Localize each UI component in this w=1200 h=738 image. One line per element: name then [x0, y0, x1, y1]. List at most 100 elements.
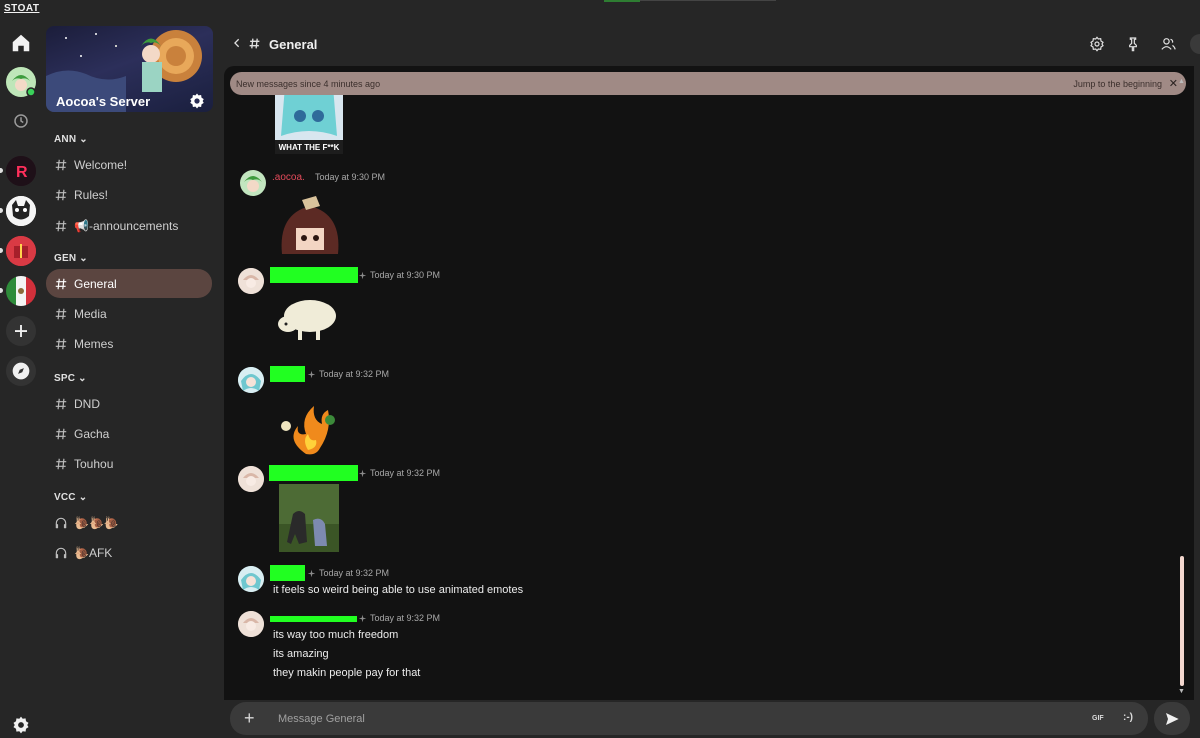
server-banner[interactable]: Aocoa's Server	[46, 26, 213, 112]
history-button[interactable]	[6, 106, 36, 136]
scroll-down-arrow[interactable]: ▼	[1178, 688, 1185, 695]
hash-icon	[55, 458, 67, 469]
members-icon[interactable]	[1160, 36, 1177, 52]
channel-label: Memes	[74, 336, 114, 351]
timestamp: Today at 9:32 PM	[319, 568, 390, 578]
gif-button[interactable]: GIF	[1092, 715, 1104, 722]
channel-memes[interactable]: Memes	[46, 329, 212, 358]
avatar-icon	[238, 367, 264, 393]
category-ann[interactable]: ANN ⌄	[54, 134, 88, 145]
emote-caption: WHAT THE F**K	[279, 143, 340, 152]
attach-icon[interactable]: +	[244, 708, 255, 729]
gear-icon[interactable]	[1089, 36, 1105, 52]
back-icon[interactable]	[232, 38, 242, 48]
username-redacted[interactable]	[270, 565, 305, 581]
avatar[interactable]	[238, 367, 264, 393]
brand-logo[interactable]: STOAT	[4, 3, 39, 14]
channel-label: 📢-announcements	[74, 218, 179, 233]
window-accent-line	[640, 0, 776, 1]
hash-icon	[55, 398, 67, 409]
avatar[interactable]	[238, 268, 264, 294]
leaf-icon	[307, 569, 316, 578]
channel-general[interactable]: General	[46, 269, 212, 298]
server-r[interactable]: R	[6, 156, 36, 186]
avatar[interactable]	[238, 566, 264, 592]
emote-image	[279, 484, 339, 552]
discover-button[interactable]	[6, 356, 36, 386]
avatar[interactable]	[240, 170, 266, 196]
pin-icon[interactable]	[1125, 36, 1141, 52]
scrollbar-thumb[interactable]	[1180, 556, 1184, 686]
header-overflow[interactable]	[1190, 34, 1200, 54]
timestamp: Today at 9:32 PM	[319, 369, 390, 379]
channel-sidebar: Aocoa's Server ANN ⌄ Welcome! Rules! 📢-a…	[40, 20, 220, 738]
channel-rules[interactable]: Rules!	[46, 180, 212, 209]
home-button[interactable]	[6, 28, 36, 58]
server-flag[interactable]	[6, 276, 36, 306]
hash-icon	[249, 38, 260, 49]
main-panel: General WHAT THE F**K New messages since…	[224, 20, 1200, 738]
server-gift[interactable]	[6, 236, 36, 266]
settings-button[interactable]	[6, 710, 36, 738]
username-redacted[interactable]	[270, 366, 305, 382]
avatar-icon	[6, 67, 36, 97]
avatar[interactable]	[238, 466, 264, 492]
user-avatar[interactable]	[6, 67, 36, 97]
hash-icon	[55, 159, 67, 170]
history-icon	[14, 114, 28, 128]
hash-icon	[55, 428, 67, 439]
voice-channel-snails[interactable]: 🐌🐌🐌	[46, 508, 212, 537]
hash-icon	[55, 308, 67, 319]
add-server-button[interactable]	[6, 316, 36, 346]
app-window: STOAT R Aocoa's Server ANN ⌄ Welcome! Ru…	[0, 0, 1200, 738]
message-text: they makin people pay for that	[273, 667, 421, 679]
hash-icon	[55, 278, 67, 289]
server-demon[interactable]	[6, 196, 36, 226]
message-input[interactable]	[278, 711, 1058, 727]
channel-gacha[interactable]: Gacha	[46, 419, 212, 448]
emote-image	[281, 196, 339, 254]
unread-dot	[0, 208, 3, 213]
channel-label: 🐌🐌🐌	[74, 515, 119, 530]
avatar-icon	[238, 466, 264, 492]
category-spc[interactable]: SPC ⌄	[54, 373, 87, 384]
channel-label: Touhou	[74, 456, 114, 471]
server-rail: R	[0, 20, 40, 738]
leaf-icon	[358, 614, 367, 623]
server-name[interactable]: Aocoa's Server	[56, 94, 150, 109]
message-text: its amazing	[273, 648, 329, 660]
channel-header: General	[224, 20, 1200, 66]
channel-touhou[interactable]: Touhou	[46, 449, 212, 478]
hash-icon	[55, 189, 67, 200]
category-gen[interactable]: GEN ⌄	[54, 253, 88, 264]
timestamp: Today at 9:32 PM	[370, 613, 441, 623]
server-settings-icon[interactable]	[188, 92, 206, 110]
category-vcc[interactable]: VCC ⌄	[54, 492, 87, 503]
channel-title: General	[269, 37, 318, 52]
timestamp: Today at 9:30 PM	[370, 270, 441, 280]
channel-label: Rules!	[74, 187, 109, 202]
jump-to-beginning-link[interactable]: Jump to the beginning	[1073, 79, 1162, 89]
emoji-button[interactable]: :-)	[1123, 712, 1133, 723]
send-button[interactable]	[1154, 702, 1190, 735]
channel-welcome[interactable]: Welcome!	[46, 150, 212, 179]
channel-dnd[interactable]: DND	[46, 389, 212, 418]
username-redacted[interactable]	[269, 465, 358, 481]
avatar[interactable]	[238, 611, 264, 637]
send-icon	[1166, 712, 1179, 725]
channel-media[interactable]: Media	[46, 299, 212, 328]
username-redacted[interactable]	[270, 267, 358, 283]
new-messages-banner[interactable]: New messages since 4 minutes ago Jump to…	[230, 72, 1186, 95]
close-icon[interactable]: ✕	[1169, 77, 1178, 90]
leaf-icon	[307, 370, 316, 379]
scroll-up-arrow[interactable]: ▲	[1178, 78, 1185, 85]
message-list[interactable]: WHAT THE F**K New messages since 4 minut…	[224, 66, 1194, 700]
add-server-icon	[15, 325, 27, 337]
channel-announcements[interactable]: 📢-announcements	[46, 211, 212, 240]
username-redacted[interactable]	[270, 616, 357, 622]
voice-channel-afk[interactable]: 🐌AFK	[46, 538, 212, 567]
username[interactable]: .aocoa.	[272, 172, 305, 188]
headphones-icon	[55, 517, 67, 528]
message-composer: + GIF :-)	[230, 702, 1148, 735]
leaf-icon	[358, 271, 367, 280]
